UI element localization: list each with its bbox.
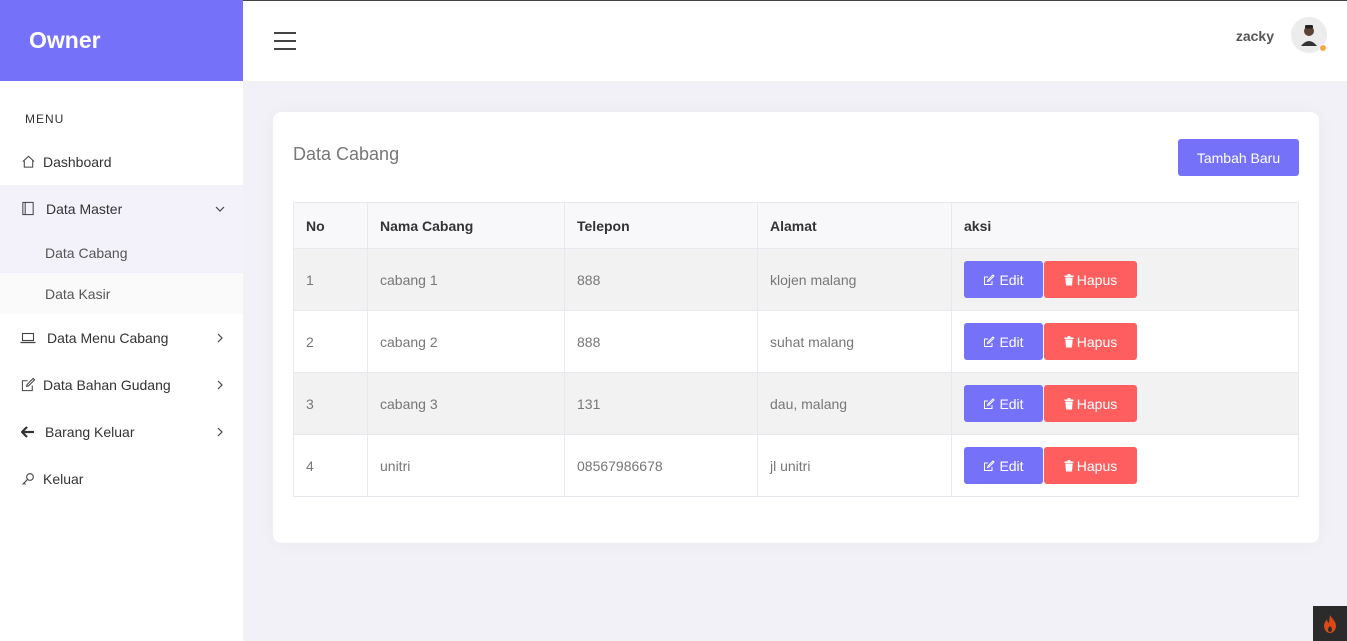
cell-alamat: suhat malang	[757, 310, 952, 373]
hapus-label: Hapus	[1076, 395, 1118, 412]
edit-icon	[20, 377, 36, 393]
edit-button[interactable]: Edit	[964, 323, 1043, 360]
trash-icon	[1064, 459, 1074, 471]
cell-alamat: klojen malang	[757, 248, 952, 311]
cell-telepon: 888	[564, 310, 758, 373]
sidebar-item-label: Data Bahan Gudang	[43, 376, 171, 393]
cell-nama-cabang: unitri	[367, 434, 565, 497]
edit-button[interactable]: Edit	[964, 447, 1043, 484]
brand-header: Owner	[0, 0, 243, 81]
cell-no: 3	[293, 372, 368, 435]
sidebar-subitem-data-kasir[interactable]: Data Kasir	[0, 273, 243, 314]
topbar: zacky	[243, 0, 1347, 81]
column-header-no: No	[293, 202, 368, 249]
laptop-icon	[20, 330, 36, 346]
sidebar-item-data-bahan-gudang[interactable]: Data Bahan Gudang	[0, 361, 243, 408]
chevron-right-icon	[215, 333, 225, 343]
cell-aksi: Edit Hapus	[951, 248, 1299, 311]
trash-icon	[1064, 397, 1074, 409]
cell-alamat: jl unitri	[757, 434, 952, 497]
cell-telepon: 131	[564, 372, 758, 435]
column-header-telepon: Telepon	[564, 202, 758, 249]
hamburger-menu-icon[interactable]	[274, 32, 296, 50]
table-header-row: No Nama Cabang Telepon Alamat aksi	[293, 202, 1299, 249]
sidebar-item-data-master[interactable]: Data Master	[0, 185, 243, 232]
sidebar-item-label: Keluar	[43, 470, 84, 487]
brand-title: Owner	[29, 27, 101, 53]
arrow-left-icon	[20, 424, 36, 440]
edit-label: Edit	[999, 271, 1024, 288]
cell-telepon: 08567986678	[564, 434, 758, 497]
cell-nama-cabang: cabang 3	[367, 372, 565, 435]
tambah-baru-button[interactable]: Tambah Baru	[1178, 139, 1299, 176]
cell-aksi: Edit Hapus	[951, 310, 1299, 373]
trash-icon	[1064, 273, 1074, 285]
table-row: 4 unitri 08567986678 jl unitri Edit Hapu…	[293, 434, 1299, 497]
cell-aksi: Edit Hapus	[951, 434, 1299, 497]
edit-label: Edit	[999, 333, 1024, 350]
cell-telepon: 888	[564, 248, 758, 311]
column-header-nama-cabang: Nama Cabang	[367, 202, 565, 249]
column-header-aksi: aksi	[951, 202, 1299, 249]
status-dot	[1319, 44, 1327, 52]
edit-button[interactable]: Edit	[964, 385, 1043, 422]
sidebar-subitem-data-cabang[interactable]: Data Cabang	[0, 232, 243, 273]
cell-aksi: Edit Hapus	[951, 372, 1299, 435]
sidebar-item-label: Data Master	[46, 200, 123, 217]
sidebar-item-label: Data Menu Cabang	[47, 329, 169, 346]
edit-button[interactable]: Edit	[964, 261, 1043, 298]
trash-icon	[1064, 335, 1074, 347]
username[interactable]: zacky	[1236, 28, 1274, 44]
sidebar-item-barang-keluar[interactable]: Barang Keluar	[0, 408, 243, 455]
sidebar-item-label: Dashboard	[43, 153, 112, 170]
hapus-button[interactable]: Hapus	[1044, 323, 1137, 360]
data-cabang-card: Data Cabang Tambah Baru No Nama Cabang T…	[273, 112, 1319, 543]
menu-header: MENU	[25, 112, 65, 126]
table-row: 2 cabang 2 888 suhat malang Edit Hapus	[293, 310, 1299, 373]
hapus-button[interactable]: Hapus	[1044, 447, 1137, 484]
cell-nama-cabang: cabang 2	[367, 310, 565, 373]
debug-toolbar-flame-icon[interactable]	[1313, 606, 1347, 641]
cell-no: 2	[293, 310, 368, 373]
key-icon	[20, 471, 36, 487]
sidebar-item-label: Barang Keluar	[45, 423, 135, 440]
table-row: 1 cabang 1 888 klojen malang Edit Hapus	[293, 248, 1299, 311]
chevron-right-icon	[215, 427, 225, 437]
edit-icon	[984, 273, 996, 285]
sidebar-item-keluar[interactable]: Keluar	[0, 455, 243, 502]
sidebar: Owner MENU Dashboard Data Master Data Ca…	[0, 0, 243, 641]
edit-icon	[984, 335, 996, 347]
table-row: 3 cabang 3 131 dau, malang Edit Hapus	[293, 372, 1299, 435]
edit-label: Edit	[999, 457, 1024, 474]
chevron-down-icon	[215, 204, 225, 214]
edit-label: Edit	[999, 395, 1024, 412]
home-icon	[20, 154, 36, 170]
hapus-label: Hapus	[1076, 333, 1118, 350]
cell-nama-cabang: cabang 1	[367, 248, 565, 311]
card-title: Data Cabang	[293, 144, 400, 164]
avatar[interactable]	[1291, 17, 1327, 53]
hapus-button[interactable]: Hapus	[1044, 261, 1137, 298]
edit-icon	[984, 459, 996, 471]
sidebar-item-dashboard[interactable]: Dashboard	[0, 138, 243, 185]
hapus-label: Hapus	[1076, 457, 1118, 474]
submenu-data-master: Data Cabang Data Kasir	[0, 232, 243, 314]
hapus-label: Hapus	[1076, 271, 1118, 288]
data-cabang-table: No Nama Cabang Telepon Alamat aksi 1 cab…	[293, 202, 1299, 497]
edit-icon	[984, 397, 996, 409]
cell-no: 1	[293, 248, 368, 311]
column-header-alamat: Alamat	[757, 202, 952, 249]
book-icon	[20, 201, 36, 217]
cell-alamat: dau, malang	[757, 372, 952, 435]
sidebar-item-data-menu-cabang[interactable]: Data Menu Cabang	[0, 314, 243, 361]
cell-no: 4	[293, 434, 368, 497]
hapus-button[interactable]: Hapus	[1044, 385, 1137, 422]
chevron-right-icon	[215, 380, 225, 390]
